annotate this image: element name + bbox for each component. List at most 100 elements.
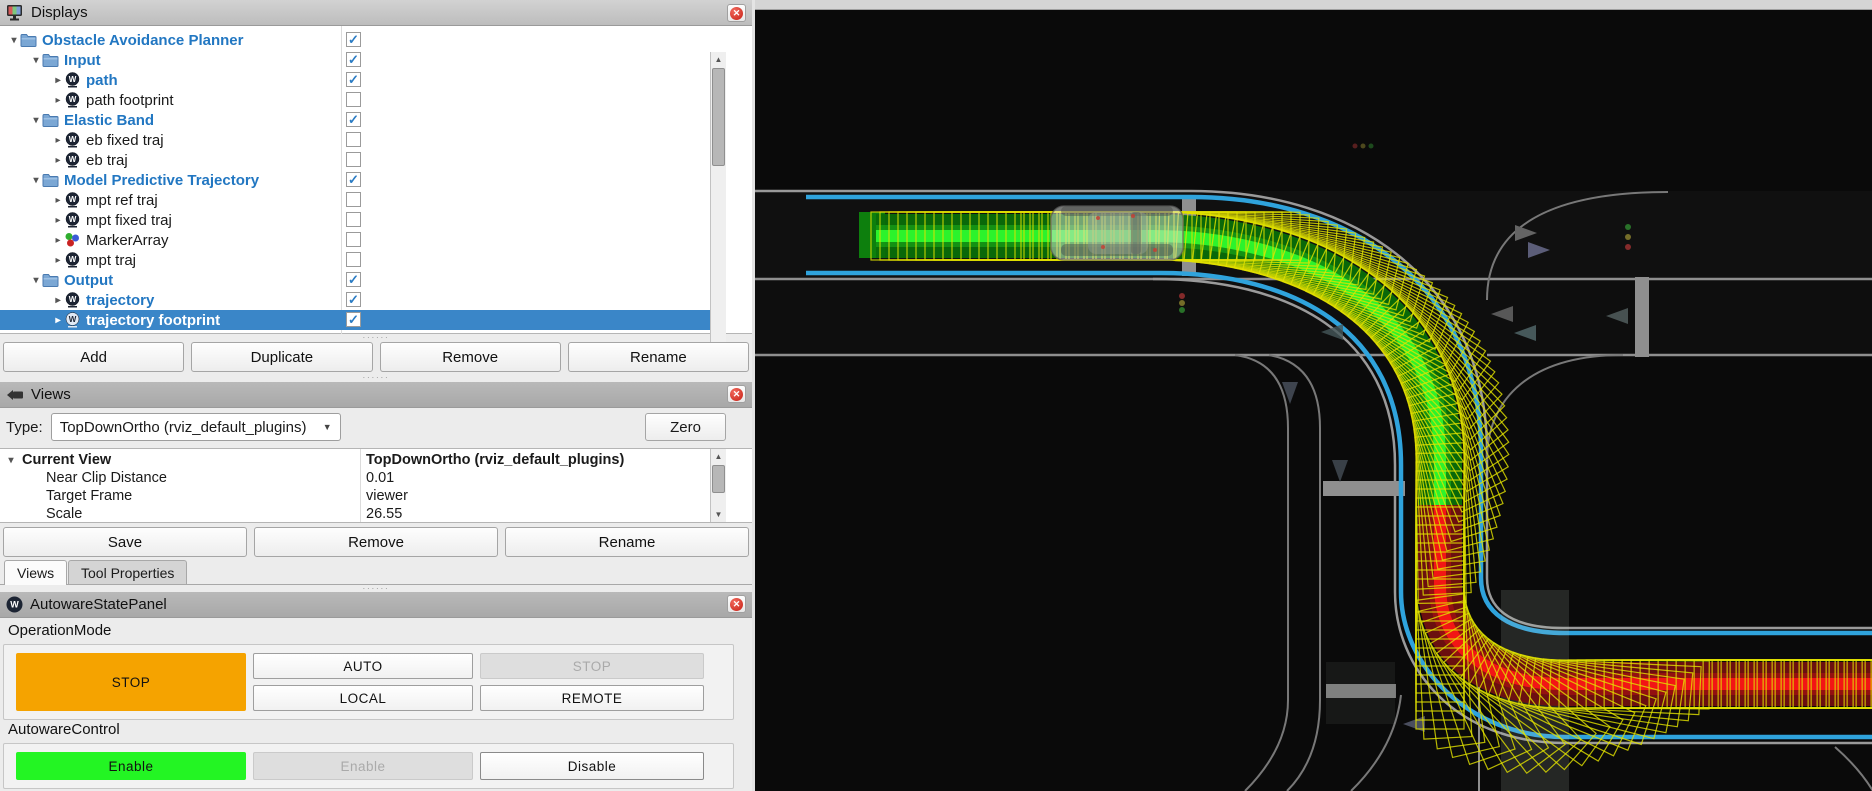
stop-button: STOP xyxy=(480,653,704,679)
autoware-panel-header[interactable]: W AutowareStatePanel ✕ xyxy=(0,592,752,618)
autoware-display-icon: W xyxy=(64,152,81,168)
collapse-arrow-icon[interactable]: ▾ xyxy=(30,275,42,286)
displays-remove-button[interactable]: Remove xyxy=(380,342,561,372)
expand-arrow-icon[interactable]: ▸ xyxy=(52,295,64,306)
traffic-light-icon xyxy=(1625,224,1631,230)
property-value[interactable]: TopDownOrtho (rviz_default_plugins) xyxy=(360,452,624,468)
property-value[interactable]: 0.01 xyxy=(360,470,394,486)
render-top-strip xyxy=(755,0,1872,9)
display-enabled-checkbox[interactable]: ✓ xyxy=(346,312,361,327)
display-tree-row[interactable]: ▾Elastic Band✓ xyxy=(0,110,710,130)
splitter-handle[interactable]: ∙∙∙∙∙∙ xyxy=(0,334,752,340)
property-row[interactable]: ▾Current ViewTopDownOrtho (rviz_default_… xyxy=(0,451,752,469)
displays-duplicate-button[interactable]: Duplicate xyxy=(191,342,372,372)
render-viewport[interactable] xyxy=(752,0,1872,791)
zero-button[interactable]: Zero xyxy=(645,413,726,441)
display-enabled-checkbox[interactable]: ✓ xyxy=(346,172,361,187)
display-enabled-checkbox[interactable] xyxy=(346,92,361,107)
views-save-button[interactable]: Save xyxy=(3,527,247,557)
display-tree-row[interactable]: ▾ Model Predictive Trajectory ✓ xyxy=(0,170,710,190)
enable-button: Enable xyxy=(253,752,473,780)
display-tree-row[interactable]: ▸Wmpt traj xyxy=(0,250,710,270)
display-enabled-checkbox[interactable]: ✓ xyxy=(346,112,361,127)
displays-panel-header[interactable]: Displays ✕ xyxy=(0,0,752,26)
display-row-label: Model Predictive Trajectory xyxy=(64,172,259,189)
property-value[interactable]: 26.55 xyxy=(360,506,402,522)
display-tree-row[interactable]: ▾Obstacle Avoidance Planner✓ xyxy=(0,30,710,50)
views-rename-button[interactable]: Rename xyxy=(505,527,749,557)
display-enabled-checkbox[interactable]: ✓ xyxy=(346,272,361,287)
scroll-up-icon[interactable]: ▲ xyxy=(711,449,726,464)
collapse-arrow-icon[interactable]: ▾ xyxy=(0,455,22,466)
expand-arrow-icon[interactable]: ▸ xyxy=(52,215,64,226)
display-enabled-checkbox[interactable]: ✓ xyxy=(346,292,361,307)
display-enabled-checkbox[interactable] xyxy=(346,192,361,207)
display-enabled-checkbox[interactable]: ✓ xyxy=(346,72,361,87)
remote-button[interactable]: REMOTE xyxy=(480,685,704,711)
autoware-close-button[interactable]: ✕ xyxy=(727,595,746,613)
scroll-down-icon[interactable]: ▼ xyxy=(711,507,726,522)
views-panel-header[interactable]: Views ✕ xyxy=(0,382,752,408)
display-enabled-checkbox[interactable] xyxy=(346,212,361,227)
display-enabled-checkbox[interactable]: ✓ xyxy=(346,52,361,67)
display-tree-row[interactable]: ▸Web fixed traj xyxy=(0,130,710,150)
display-tree-row[interactable]: ▸MarkerArray xyxy=(0,230,710,250)
disable-button[interactable]: Disable xyxy=(480,752,704,780)
display-tree-row[interactable]: ▸Wtrajectory footprint✓ xyxy=(0,310,710,330)
views-buttons: SaveRemoveRename xyxy=(0,527,752,557)
display-enabled-checkbox[interactable]: ✓ xyxy=(346,32,361,47)
local-button[interactable]: LOCAL xyxy=(253,685,473,711)
display-enabled-checkbox[interactable] xyxy=(346,252,361,267)
displays-rename-button[interactable]: Rename xyxy=(568,342,749,372)
views-remove-button[interactable]: Remove xyxy=(254,527,498,557)
display-tree-row[interactable]: ▸Wpath✓ xyxy=(0,70,710,90)
traffic-light-icon xyxy=(1369,144,1374,149)
splitter-handle[interactable]: ∙∙∙∙∙∙ xyxy=(0,585,752,591)
autoware-display-icon: W xyxy=(64,72,81,88)
expand-arrow-icon[interactable]: ▸ xyxy=(52,75,64,86)
property-row[interactable]: Near Clip Distance0.01 xyxy=(0,469,752,487)
display-tree-row[interactable]: ▸ Wtrajectory ✓ xyxy=(0,290,710,310)
collapse-arrow-icon[interactable]: ▾ xyxy=(30,55,42,66)
display-enabled-checkbox[interactable] xyxy=(346,232,361,247)
display-tree-row[interactable]: ▸Wpath footprint xyxy=(0,90,710,110)
traffic-light-icon xyxy=(1179,300,1185,306)
display-tree-row[interactable]: ▸Web traj xyxy=(0,150,710,170)
tab-tool-properties[interactable]: Tool Properties xyxy=(68,560,187,584)
displays-close-button[interactable]: ✕ xyxy=(727,4,746,22)
expand-arrow-icon[interactable]: ▸ xyxy=(52,255,64,266)
display-tree-row[interactable]: ▾Output✓ xyxy=(0,270,710,290)
display-row-label: trajectory xyxy=(86,292,154,309)
display-enabled-checkbox[interactable] xyxy=(346,132,361,147)
display-tree-row[interactable]: ▸Wmpt ref traj xyxy=(0,190,710,210)
expand-arrow-icon[interactable]: ▸ xyxy=(52,315,64,326)
property-value[interactable]: viewer xyxy=(360,488,408,504)
displays-add-button[interactable]: Add xyxy=(3,342,184,372)
scrollbar-thumb[interactable] xyxy=(712,465,725,493)
displays-tree-scrollbar[interactable]: ▲ ▼ xyxy=(710,52,726,360)
scrollbar-thumb[interactable] xyxy=(712,68,725,166)
view-type-dropdown[interactable]: TopDownOrtho (rviz_default_plugins) ▼ xyxy=(51,413,341,441)
property-row[interactable]: Target Frameviewer xyxy=(0,487,752,505)
expand-arrow-icon[interactable]: ▸ xyxy=(52,235,64,246)
display-row-label: Input xyxy=(64,52,101,69)
splitter-handle[interactable]: ∙∙∙∙∙∙ xyxy=(0,374,752,380)
views-close-button[interactable]: ✕ xyxy=(727,385,746,403)
collapse-arrow-icon[interactable]: ▾ xyxy=(8,35,20,46)
property-row[interactable]: Scale26.55 xyxy=(0,505,752,523)
views-scrollbar[interactable]: ▲ ▼ xyxy=(710,449,726,522)
auto-button[interactable]: AUTO xyxy=(253,653,473,679)
autoware-display-icon: W xyxy=(64,312,81,328)
expand-arrow-icon[interactable]: ▸ xyxy=(52,155,64,166)
expand-arrow-icon[interactable]: ▸ xyxy=(52,135,64,146)
display-tree-row[interactable]: ▸Wmpt fixed traj xyxy=(0,210,710,230)
display-tree-row[interactable]: ▾ Input ✓ xyxy=(0,50,710,70)
collapse-arrow-icon[interactable]: ▾ xyxy=(30,175,42,186)
collapse-arrow-icon[interactable]: ▾ xyxy=(30,115,42,126)
expand-arrow-icon[interactable]: ▸ xyxy=(52,195,64,206)
expand-arrow-icon[interactable]: ▸ xyxy=(52,95,64,106)
tab-views[interactable]: Views xyxy=(4,560,67,585)
svg-text:W: W xyxy=(69,295,77,304)
scroll-up-icon[interactable]: ▲ xyxy=(711,52,726,67)
display-enabled-checkbox[interactable] xyxy=(346,152,361,167)
